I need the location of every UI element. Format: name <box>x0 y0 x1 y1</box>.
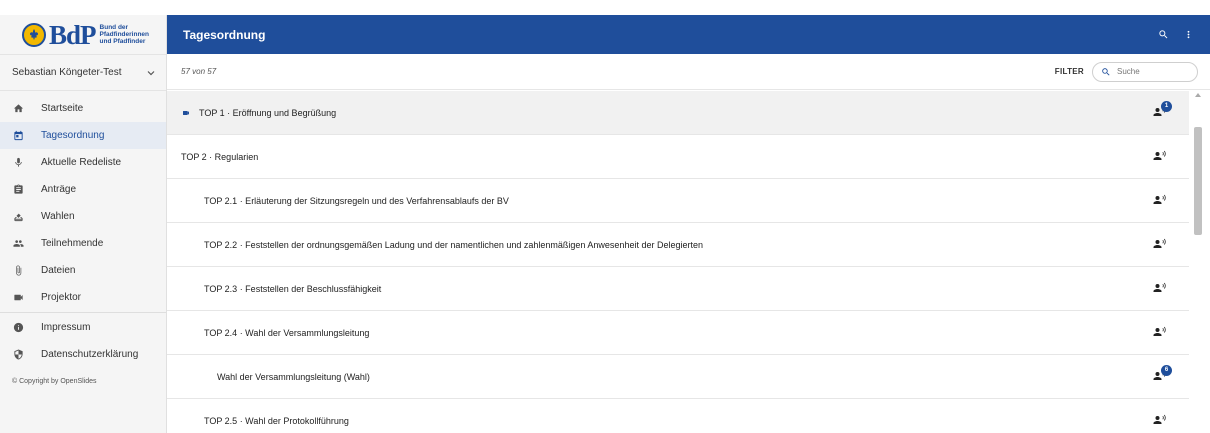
sidebar-item-redeliste[interactable]: Aktuelle Redeliste <box>0 149 166 176</box>
speaker-list-icon[interactable] <box>1153 150 1169 164</box>
sidebar-item-projektor[interactable]: Projektor <box>0 284 166 311</box>
agenda-item[interactable]: TOP 1 · Eröffnung und Begrüßung 1 <box>167 91 1189 135</box>
agenda-item-title: TOP 2.2 · Feststellen der ordnungsgemäße… <box>204 239 703 250</box>
ballot-icon <box>12 210 25 223</box>
speaker-count-badge: 6 <box>1161 364 1172 376</box>
paperclip-icon <box>12 264 25 277</box>
agenda-list: TOP 1 · Eröffnung und Begrüßung 1 TOP 2 · … <box>167 91 1189 433</box>
agenda-item-content: TOP 2.1 · Erläuterung der Sitzungsregeln… <box>167 196 509 206</box>
agenda-item-content: TOP 2.4 · Wahl der Versammlungsleitung <box>167 328 369 338</box>
header-actions <box>1158 29 1194 40</box>
agenda-item-content: Wahl der Versammlungsleitung (Wahl) <box>167 372 370 382</box>
people-icon <box>12 237 25 250</box>
speaker-list-icon[interactable] <box>1153 194 1169 208</box>
agenda-item-title: Wahl der Versammlungsleitung (Wahl) <box>217 371 370 382</box>
agenda-item-content: TOP 2.5 · Wahl der Protokollführung <box>167 416 349 426</box>
info-icon <box>12 321 25 334</box>
scrollbar[interactable] <box>1193 91 1203 433</box>
agenda-item-content: TOP 2.2 · Feststellen der ordnungsgemäße… <box>167 240 703 250</box>
agenda-item[interactable]: TOP 2 · Regularien <box>167 135 1189 179</box>
app-window: BdP Bund der Pfadfinderinnen und Pfadfin… <box>0 0 1210 433</box>
sidebar: BdP Bund der Pfadfinderinnen und Pfadfin… <box>0 15 167 433</box>
agenda-item-content: TOP 2.3 · Feststellen der Beschlussfähig… <box>167 284 381 294</box>
main-nav: Startseite Tagesordnung Aktuelle Redelis… <box>0 91 166 368</box>
agenda-item-title: TOP 1 · Eröffnung und Begrüßung <box>199 107 337 118</box>
speaker-list-icon[interactable] <box>1153 326 1169 340</box>
calendar-icon <box>12 129 25 142</box>
speaker-list-icon[interactable] <box>1153 414 1169 428</box>
user-name: Sebastian Köngeter-Test <box>12 67 122 78</box>
agenda-item[interactable]: TOP 2.4 · Wahl der Versammlungsleitung <box>167 311 1189 355</box>
chevron-down-icon <box>147 70 155 75</box>
filter-button[interactable]: FILTER <box>1055 67 1084 76</box>
clipboard-icon <box>12 183 25 196</box>
sidebar-item-dateien[interactable]: Dateien <box>0 257 166 284</box>
search-icon[interactable] <box>1158 29 1169 40</box>
agenda-item-title: TOP 2 · Regularien <box>181 151 259 162</box>
mic-icon <box>12 156 25 169</box>
copyright-text: © Copyright by OpenSlides <box>12 378 97 385</box>
speaker-list-icon[interactable] <box>1153 282 1169 296</box>
agenda-item[interactable]: Wahl der Versammlungsleitung (Wahl) 6 <box>167 355 1189 399</box>
sidebar-item-tagesordnung[interactable]: Tagesordnung <box>0 122 166 149</box>
nav-divider <box>0 312 166 313</box>
agenda-item[interactable]: TOP 2.3 · Feststellen der Beschlussfähig… <box>167 267 1189 311</box>
agenda-item-content: TOP 1 · Eröffnung und Begrüßung <box>167 108 336 118</box>
page-title: Tagesordnung <box>183 27 266 42</box>
agenda-item[interactable]: TOP 2.1 · Erläuterung der Sitzungsregeln… <box>167 179 1189 223</box>
sidebar-item-datenschutz[interactable]: Datenschutzerklärung <box>0 341 166 368</box>
sidebar-item-wahlen[interactable]: Wahlen <box>0 203 166 230</box>
scrollbar-thumb[interactable] <box>1194 127 1202 235</box>
search-icon <box>1102 67 1110 76</box>
sidebar-item-antraege[interactable]: Anträge <box>0 176 166 203</box>
search-box[interactable] <box>1092 61 1198 82</box>
user-menu[interactable]: Sebastian Köngeter-Test <box>0 55 166 91</box>
agenda-item-title: TOP 2.4 · Wahl der Versammlungsleitung <box>204 327 370 338</box>
logo-org-name: Bund der Pfadfinderinnen und Pfadfinder <box>99 24 150 45</box>
logo-wordmark: BdP <box>49 19 97 50</box>
sidebar-item-teilnehmende[interactable]: Teilnehmende <box>0 230 166 257</box>
speaker-list-icon[interactable]: 1 <box>1153 100 1172 120</box>
scroll-up-arrow[interactable] <box>1195 93 1201 97</box>
home-icon <box>12 102 25 115</box>
top-app-bar: Tagesordnung <box>167 15 1210 54</box>
agenda-item-content: TOP 2 · Regularien <box>167 152 258 162</box>
agenda-item[interactable]: TOP 2.2 · Feststellen der ordnungsgemäße… <box>167 223 1189 267</box>
agenda-item-title: TOP 2.1 · Erläuterung der Sitzungsregeln… <box>204 195 509 206</box>
logo[interactable]: BdP Bund der Pfadfinderinnen und Pfadfin… <box>0 15 166 55</box>
agenda-item-title: TOP 2.5 · Wahl der Protokollführung <box>204 415 349 426</box>
videocam-icon <box>12 291 25 304</box>
list-toolbar: 57 von 57 FILTER <box>167 54 1210 90</box>
speaker-count-badge: 1 <box>1161 100 1172 112</box>
sidebar-item-startseite[interactable]: Startseite <box>0 95 166 122</box>
sidebar-item-impressum[interactable]: Impressum <box>0 314 166 341</box>
speaker-list-icon[interactable] <box>1153 238 1169 252</box>
item-count: 57 von 57 <box>181 67 217 76</box>
toolbar-tools: FILTER <box>1055 61 1198 82</box>
shield-icon <box>12 348 25 361</box>
agenda-item[interactable]: TOP 2.5 · Wahl der Protokollführung <box>167 399 1189 433</box>
projector-videocam-icon <box>181 109 191 117</box>
search-input[interactable] <box>1117 67 1187 76</box>
agenda-item-title: TOP 2.3 · Feststellen der Beschlussfähig… <box>204 283 382 294</box>
speaker-list-icon[interactable]: 6 <box>1153 364 1172 384</box>
more-vert-icon[interactable] <box>1183 29 1194 40</box>
fleur-de-lis-icon <box>22 22 46 47</box>
